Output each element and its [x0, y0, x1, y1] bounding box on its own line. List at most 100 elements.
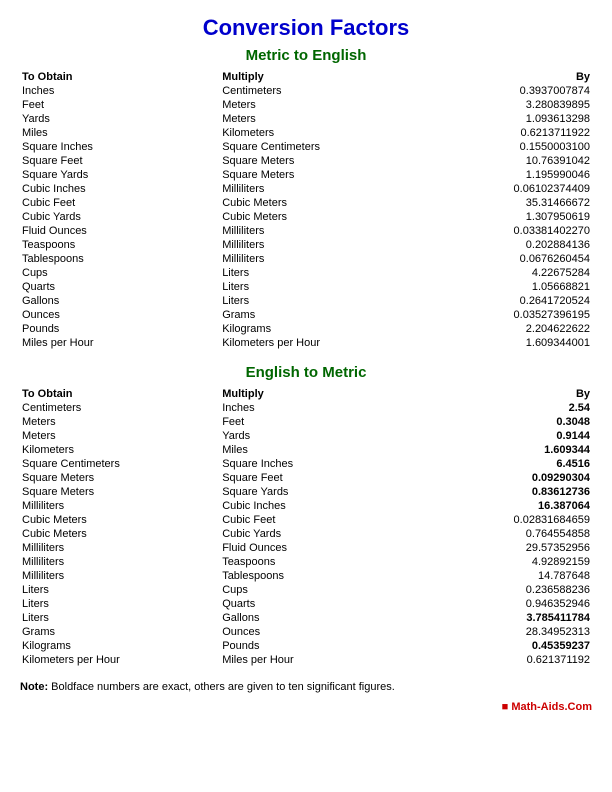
to-obtain-cell: Kilometers	[20, 443, 220, 457]
table-row: KilogramsPounds0.45359237	[20, 639, 592, 653]
to-obtain-cell: Square Inches	[20, 140, 220, 154]
to-obtain-cell: Yards	[20, 112, 220, 126]
to-obtain-cell: Square Yards	[20, 168, 220, 182]
table-row: InchesCentimeters0.3937007874	[20, 84, 592, 98]
to-obtain-cell: Liters	[20, 611, 220, 625]
by-cell: 3.785411784	[420, 611, 592, 625]
multiply-cell: Liters	[220, 266, 420, 280]
multiply-cell: Gallons	[220, 611, 420, 625]
table-row: LitersCups0.236588236	[20, 583, 592, 597]
table-row: TeaspoonsMilliliters0.202884136	[20, 238, 592, 252]
col-header-to-obtain-2: To Obtain	[20, 387, 220, 401]
table-row: MillilitersTeaspoons4.92892159	[20, 555, 592, 569]
brand-name: Math-Aids.Com	[511, 701, 592, 713]
table-row: MillilitersCubic Inches16.387064	[20, 499, 592, 513]
to-obtain-cell: Square Feet	[20, 154, 220, 168]
to-obtain-cell: Kilometers per Hour	[20, 653, 220, 667]
by-cell: 1.609344	[420, 443, 592, 457]
multiply-cell: Inches	[220, 401, 420, 415]
metric-to-english-section: Metric to English To Obtain Multiply By …	[20, 47, 592, 350]
to-obtain-cell: Square Meters	[20, 471, 220, 485]
by-cell: 10.76391042	[420, 154, 592, 168]
multiply-cell: Fluid Ounces	[220, 541, 420, 555]
multiply-cell: Cubic Meters	[220, 196, 420, 210]
table-row: FeetMeters3.280839895	[20, 98, 592, 112]
by-cell: 0.946352946	[420, 597, 592, 611]
multiply-cell: Milliliters	[220, 252, 420, 266]
to-obtain-cell: Tablespoons	[20, 252, 220, 266]
by-cell: 2.204622622	[420, 322, 592, 336]
by-cell: 0.02831684659	[420, 513, 592, 527]
table-row: KilometersMiles1.609344	[20, 443, 592, 457]
table-row: Square InchesSquare Centimeters0.1550003…	[20, 140, 592, 154]
multiply-cell: Miles	[220, 443, 420, 457]
table-row: QuartsLiters1.05668821	[20, 280, 592, 294]
note-label: Note:	[20, 681, 48, 693]
table-row: MetersYards0.9144	[20, 429, 592, 443]
multiply-cell: Milliliters	[220, 182, 420, 196]
multiply-cell: Liters	[220, 280, 420, 294]
note-text: Boldface numbers are exact, others are g…	[48, 681, 395, 693]
to-obtain-cell: Pounds	[20, 322, 220, 336]
table-row: CentimetersInches2.54	[20, 401, 592, 415]
to-obtain-cell: Meters	[20, 415, 220, 429]
multiply-cell: Square Yards	[220, 485, 420, 499]
by-cell: 1.307950619	[420, 210, 592, 224]
to-obtain-cell: Square Meters	[20, 485, 220, 499]
table-row: Square MetersSquare Feet0.09290304	[20, 471, 592, 485]
by-cell: 0.03527396195	[420, 308, 592, 322]
table-row: LitersGallons3.785411784	[20, 611, 592, 625]
table-row: MetersFeet0.3048	[20, 415, 592, 429]
table-row: Cubic YardsCubic Meters1.307950619	[20, 210, 592, 224]
to-obtain-cell: Kilograms	[20, 639, 220, 653]
to-obtain-cell: Liters	[20, 583, 220, 597]
to-obtain-cell: Milliliters	[20, 499, 220, 513]
to-obtain-cell: Cubic Meters	[20, 527, 220, 541]
by-cell: 1.609344001	[420, 336, 592, 350]
by-cell: 1.05668821	[420, 280, 592, 294]
section2-heading: English to Metric	[20, 364, 592, 381]
table-row: Cubic MetersCubic Feet0.02831684659	[20, 513, 592, 527]
to-obtain-cell: Meters	[20, 429, 220, 443]
col-header-multiply-2: Multiply	[220, 387, 420, 401]
multiply-cell: Meters	[220, 112, 420, 126]
by-cell: 28.34952313	[420, 625, 592, 639]
multiply-cell: Square Inches	[220, 457, 420, 471]
table-row: MillilitersFluid Ounces29.57352956	[20, 541, 592, 555]
table-row: CupsLiters4.22675284	[20, 266, 592, 280]
table-row: MilesKilometers0.6213711922	[20, 126, 592, 140]
table-row: Square YardsSquare Meters1.195990046	[20, 168, 592, 182]
to-obtain-cell: Miles per Hour	[20, 336, 220, 350]
by-cell: 16.387064	[420, 499, 592, 513]
by-cell: 29.57352956	[420, 541, 592, 555]
by-cell: 1.195990046	[420, 168, 592, 182]
to-obtain-cell: Quarts	[20, 280, 220, 294]
to-obtain-cell: Inches	[20, 84, 220, 98]
to-obtain-cell: Teaspoons	[20, 238, 220, 252]
by-cell: 0.3937007874	[420, 84, 592, 98]
to-obtain-cell: Square Centimeters	[20, 457, 220, 471]
to-obtain-cell: Centimeters	[20, 401, 220, 415]
by-cell: 0.3048	[420, 415, 592, 429]
by-cell: 0.621371192	[420, 653, 592, 667]
multiply-cell: Square Meters	[220, 168, 420, 182]
by-cell: 0.03381402270	[420, 224, 592, 238]
multiply-cell: Liters	[220, 294, 420, 308]
col-header-by-1: By	[420, 70, 592, 84]
multiply-cell: Tablespoons	[220, 569, 420, 583]
by-cell: 1.093613298	[420, 112, 592, 126]
by-cell: 0.9144	[420, 429, 592, 443]
by-cell: 35.31466672	[420, 196, 592, 210]
multiply-cell: Milliliters	[220, 238, 420, 252]
page-title: Conversion Factors	[20, 15, 592, 41]
to-obtain-cell: Cubic Feet	[20, 196, 220, 210]
multiply-cell: Cubic Feet	[220, 513, 420, 527]
multiply-cell: Ounces	[220, 625, 420, 639]
table-row: Miles per HourKilometers per Hour1.60934…	[20, 336, 592, 350]
by-cell: 14.787648	[420, 569, 592, 583]
to-obtain-cell: Ounces	[20, 308, 220, 322]
by-cell: 0.2641720524	[420, 294, 592, 308]
by-cell: 4.22675284	[420, 266, 592, 280]
english-to-metric-section: English to Metric To Obtain Multiply By …	[20, 364, 592, 667]
multiply-cell: Teaspoons	[220, 555, 420, 569]
